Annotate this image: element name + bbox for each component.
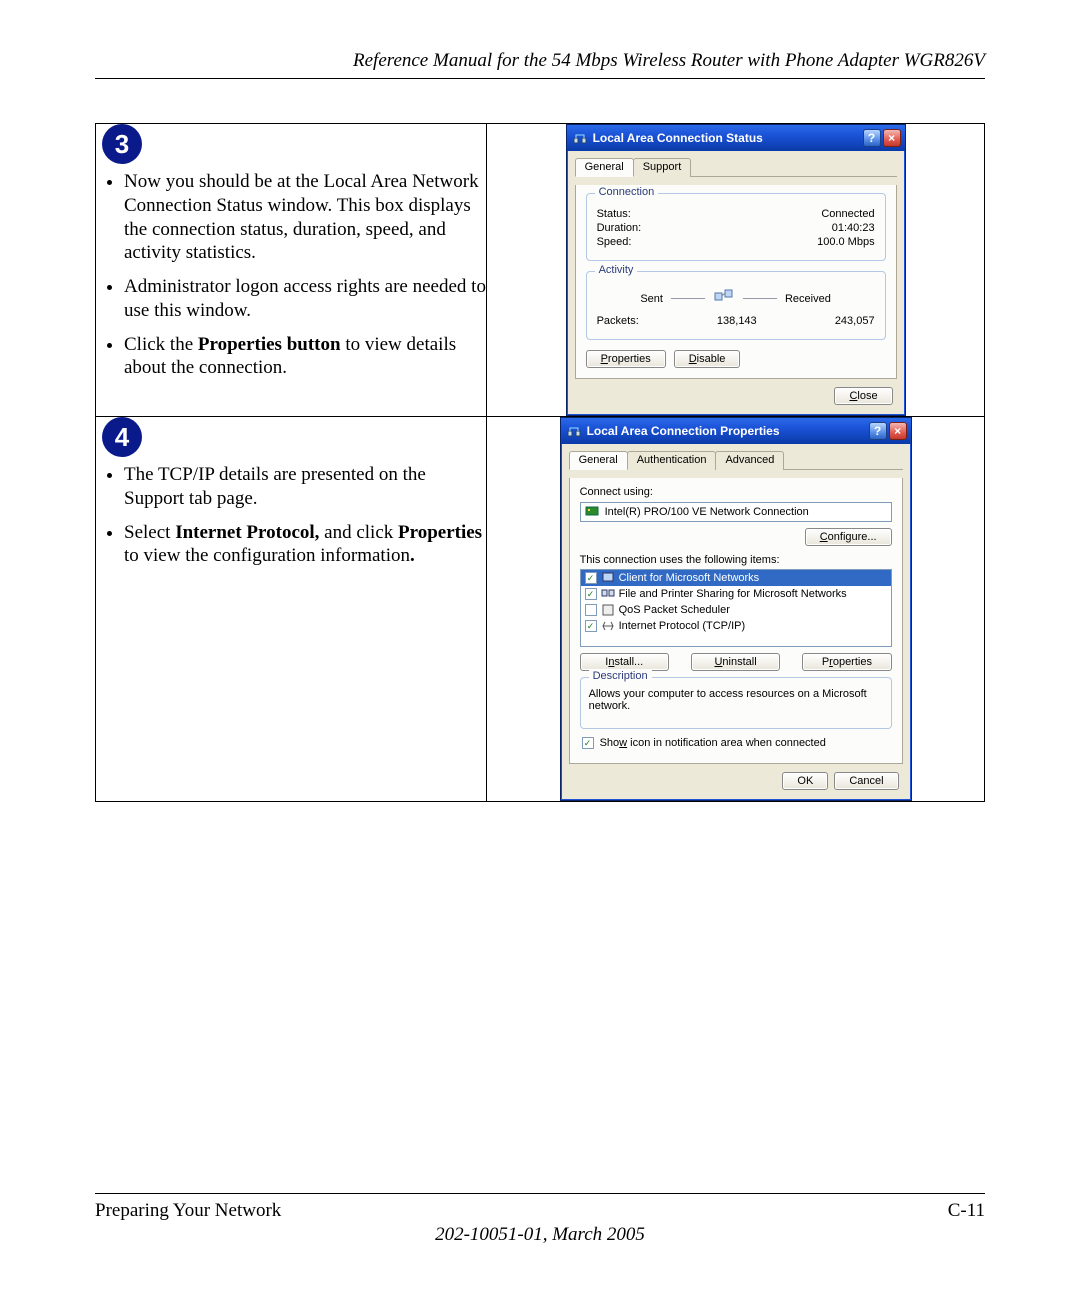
- tab-support[interactable]: Support: [633, 158, 692, 177]
- status-window: Local Area Connection Status ? × General…: [566, 124, 906, 416]
- checkbox-icon[interactable]: [585, 604, 597, 616]
- close-icon[interactable]: ×: [883, 129, 901, 147]
- checkbox-icon[interactable]: [585, 572, 597, 584]
- checkbox-icon[interactable]: [585, 620, 597, 632]
- activity-icon: [713, 288, 735, 309]
- items-list[interactable]: Client for Microsoft Networks File and P…: [580, 569, 892, 647]
- status-title: Local Area Connection Status: [593, 131, 857, 145]
- packets-label: Packets:: [597, 315, 639, 327]
- properties-window: Local Area Connection Properties ? × Gen…: [560, 417, 912, 801]
- list-item[interactable]: Internet Protocol (TCP/IP): [581, 618, 891, 634]
- duration-value: 01:40:23: [832, 222, 875, 234]
- tab-authentication[interactable]: Authentication: [627, 451, 717, 470]
- show-icon-checkbox[interactable]: [582, 737, 594, 749]
- network-icon: [573, 131, 587, 145]
- packets-sent: 138,143: [639, 315, 835, 327]
- client-icon: [601, 571, 615, 585]
- props-title: Local Area Connection Properties: [587, 424, 863, 438]
- item-label: Internet Protocol (TCP/IP): [619, 620, 746, 632]
- close-button[interactable]: CloseClose: [834, 387, 892, 405]
- connect-using-label: Connect using:: [580, 486, 892, 498]
- qos-icon: [601, 603, 615, 617]
- doc-header: Reference Manual for the 54 Mbps Wireles…: [95, 50, 985, 72]
- install-button[interactable]: Install...Install...: [580, 653, 669, 671]
- uninstall-button[interactable]: UninstallUninstall: [691, 653, 780, 671]
- status-titlebar[interactable]: Local Area Connection Status ? ×: [567, 125, 905, 151]
- configure-button[interactable]: Configure...Configure...: [805, 528, 892, 546]
- checkbox-icon[interactable]: [585, 588, 597, 600]
- item-properties-button[interactable]: PropertiesProperties: [802, 653, 891, 671]
- status-value: Connected: [821, 208, 874, 220]
- tab-general[interactable]: General: [575, 158, 634, 177]
- item-label: File and Printer Sharing for Microsoft N…: [619, 588, 847, 600]
- list-item[interactable]: QoS Packet Scheduler: [581, 602, 891, 618]
- speed-value: 100.0 Mbps: [817, 236, 874, 248]
- step4-bullets: The TCP/IP details are presented on the …: [124, 463, 486, 568]
- tcpip-icon: [601, 619, 615, 633]
- props-titlebar[interactable]: Local Area Connection Properties ? ×: [561, 418, 911, 444]
- description-text: Allows your computer to access resources…: [589, 688, 867, 712]
- steps-table: 3 Now you should be at the Local Area Ne…: [95, 123, 985, 802]
- adapter-field: Intel(R) PRO/100 VE Network Connection: [580, 502, 892, 522]
- activity-group: Activity Sent Received: [586, 271, 886, 340]
- footer-right: C-11: [948, 1200, 985, 1222]
- received-label: Received: [785, 293, 831, 305]
- step4-bullet2: Select Internet Protocol, and click Prop…: [124, 521, 486, 569]
- list-item[interactable]: File and Printer Sharing for Microsoft N…: [581, 586, 891, 602]
- sent-label: Sent: [640, 293, 663, 305]
- tab-advanced[interactable]: Advanced: [715, 451, 784, 470]
- speed-label: Speed:: [597, 236, 632, 248]
- status-label: Status:: [597, 208, 631, 220]
- step4-bullet1: The TCP/IP details are presented on the …: [124, 463, 486, 511]
- step3-bullet1: Now you should be at the Local Area Netw…: [124, 170, 486, 265]
- footer-center: 202-10051-01, March 2005: [95, 1224, 985, 1246]
- description-legend: Description: [589, 670, 652, 682]
- network-icon: [567, 424, 581, 438]
- step3-bullets: Now you should be at the Local Area Netw…: [124, 170, 486, 380]
- step-badge-3: 3: [102, 124, 142, 164]
- items-label: This connection uses the following items…: [580, 554, 892, 566]
- duration-label: Duration:: [597, 222, 642, 234]
- ok-button[interactable]: OK: [782, 772, 828, 790]
- step3-bullet3: Click the Properties button to view deta…: [124, 333, 486, 381]
- close-icon[interactable]: ×: [889, 422, 907, 440]
- connection-group: Connection Status:Connected Duration:01:…: [586, 193, 886, 261]
- share-icon: [601, 587, 615, 601]
- connection-legend: Connection: [595, 186, 659, 198]
- description-group: Description Allows your computer to acce…: [580, 677, 892, 729]
- footer-left: Preparing Your Network: [95, 1200, 281, 1222]
- adapter-name: Intel(R) PRO/100 VE Network Connection: [605, 506, 809, 518]
- step3-bullet2: Administrator logon access rights are ne…: [124, 275, 486, 323]
- step-badge-4: 4: [102, 417, 142, 457]
- help-button[interactable]: ?: [863, 129, 881, 147]
- activity-legend: Activity: [595, 264, 638, 276]
- nic-icon: [585, 504, 599, 521]
- tab-general[interactable]: General: [569, 451, 628, 470]
- doc-footer: Preparing Your Network C-11 202-10051-01…: [95, 1189, 985, 1246]
- header-rule: [95, 78, 985, 79]
- help-button[interactable]: ?: [869, 422, 887, 440]
- item-label: Client for Microsoft Networks: [619, 572, 760, 584]
- cancel-button[interactable]: Cancel: [834, 772, 898, 790]
- packets-received: 243,057: [835, 315, 875, 327]
- list-item[interactable]: Client for Microsoft Networks: [581, 570, 891, 586]
- show-icon-label: Show icon in notification area when conn…: [600, 737, 826, 749]
- disable-button[interactable]: DisableDisable: [674, 350, 741, 368]
- properties-button[interactable]: PPropertiesroperties: [586, 350, 666, 368]
- item-label: QoS Packet Scheduler: [619, 604, 730, 616]
